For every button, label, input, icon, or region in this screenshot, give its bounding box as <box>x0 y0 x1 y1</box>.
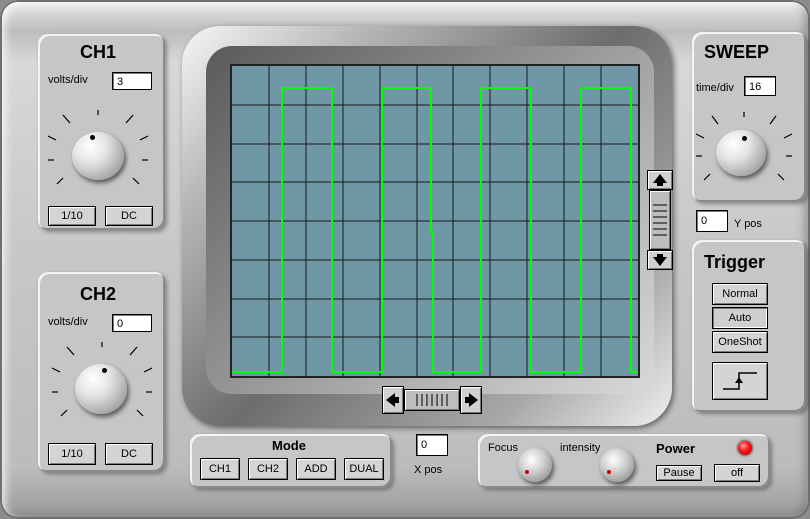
ch2-volts-input[interactable]: 0 <box>112 314 152 332</box>
intensity-knob-indicator <box>607 470 611 474</box>
grip-icon <box>416 394 448 406</box>
intensity-knob[interactable] <box>600 448 634 482</box>
oscilloscope-screen <box>230 64 640 378</box>
arrow-down-icon <box>653 254 667 266</box>
arrow-up-icon <box>653 174 667 186</box>
pause-button[interactable]: Pause <box>656 465 702 481</box>
sweep-time-input[interactable]: 16 <box>744 76 776 96</box>
focus-knob[interactable] <box>518 448 552 482</box>
x-scroll-left-button[interactable] <box>382 386 404 414</box>
ch2-volts-knob[interactable] <box>75 364 127 414</box>
rising-edge-icon <box>723 372 757 390</box>
trigger-oneshot-button[interactable]: OneShot <box>712 331 768 353</box>
ch1-div10-button[interactable]: 1/10 <box>48 206 96 226</box>
x-scroll-thumb[interactable] <box>404 389 460 411</box>
arrow-right-icon <box>465 393 478 407</box>
mode-ch1-button[interactable]: CH1 <box>200 458 240 480</box>
sweep-title: SWEEP <box>704 42 770 62</box>
grip-icon <box>653 204 667 236</box>
mode-ch2-button[interactable]: CH2 <box>248 458 288 480</box>
trigger-title: Trigger <box>704 252 766 272</box>
sweep-time-label: time/div <box>696 82 734 94</box>
scope-grid <box>232 66 638 376</box>
power-title: Power <box>656 441 696 456</box>
xpos-input[interactable]: 0 <box>416 434 448 456</box>
trigger-edge-button[interactable] <box>712 362 768 400</box>
mode-dual-button[interactable]: DUAL <box>344 458 384 480</box>
ch1-title: CH1 <box>80 42 117 62</box>
ch2-volts-label: volts/div <box>48 316 88 328</box>
trigger-normal-button[interactable]: Normal <box>712 283 768 305</box>
ch1-dc-button[interactable]: DC <box>105 206 153 226</box>
intensity-label: intensity <box>560 442 601 454</box>
y-scroll-thumb[interactable] <box>649 190 671 250</box>
y-scroll-down-button[interactable] <box>647 250 673 270</box>
mode-title: Mode <box>272 438 306 453</box>
power-led <box>738 441 752 455</box>
x-scroll-right-button[interactable] <box>460 386 482 414</box>
trigger-auto-button[interactable]: Auto <box>712 307 768 329</box>
focus-knob-indicator <box>525 470 529 474</box>
ch2-title: CH2 <box>80 284 117 304</box>
ch1-volts-label: volts/div <box>48 74 88 86</box>
focus-label: Focus <box>488 442 518 454</box>
sweep-time-knob[interactable] <box>716 130 766 176</box>
mode-add-button[interactable]: ADD <box>296 458 336 480</box>
ch1-knob-indicator <box>90 135 95 140</box>
ch1-volts-input[interactable]: 3 <box>112 72 152 90</box>
signal-trace <box>232 87 638 373</box>
ch1-volts-knob[interactable] <box>72 132 124 180</box>
sweep-knob-indicator <box>742 136 747 141</box>
ch2-div10-button[interactable]: 1/10 <box>48 443 96 465</box>
y-scroll-up-button[interactable] <box>647 170 673 190</box>
ypos-label: Y pos <box>734 218 762 230</box>
xpos-label: X pos <box>414 464 443 476</box>
ypos-input[interactable]: 0 <box>696 210 728 232</box>
ch2-dc-button[interactable]: DC <box>105 443 153 465</box>
off-button[interactable]: off <box>714 464 760 482</box>
arrow-left-icon <box>386 393 399 407</box>
scope-display <box>232 66 638 376</box>
ch2-knob-indicator <box>102 368 107 373</box>
